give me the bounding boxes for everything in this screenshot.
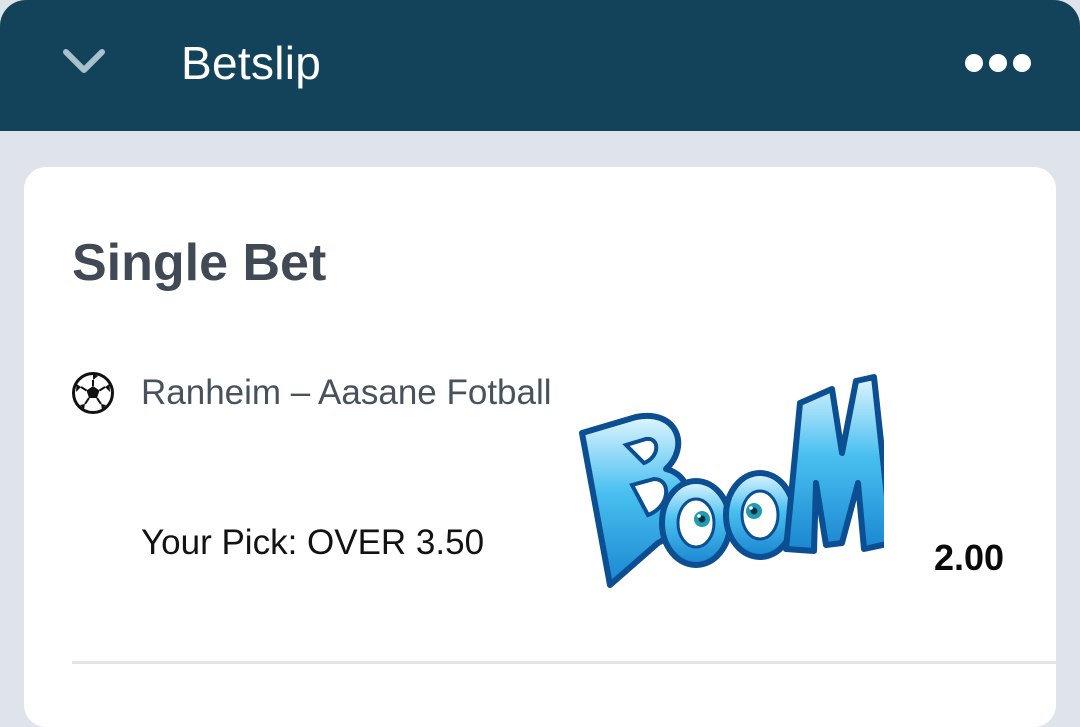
soccer-ball-icon [72, 372, 114, 414]
betslip-header: Betslip [0, 0, 1080, 131]
boom-sticker [579, 374, 884, 588]
header-title: Betslip [181, 37, 322, 89]
bet-type-heading: Single Bet [72, 234, 327, 292]
event-name: Ranheim – Aasane Fotball [141, 373, 552, 412]
your-pick: Your Pick: OVER 3.50 [141, 523, 485, 562]
more-dots-icon[interactable] [962, 50, 1034, 76]
bet-card: Single Bet Ranheim – Aasane Fotball Your… [24, 167, 1056, 727]
odds-value[interactable]: 2.00 [934, 537, 1004, 579]
chevron-down-icon[interactable] [58, 42, 110, 82]
divider [72, 661, 1056, 664]
